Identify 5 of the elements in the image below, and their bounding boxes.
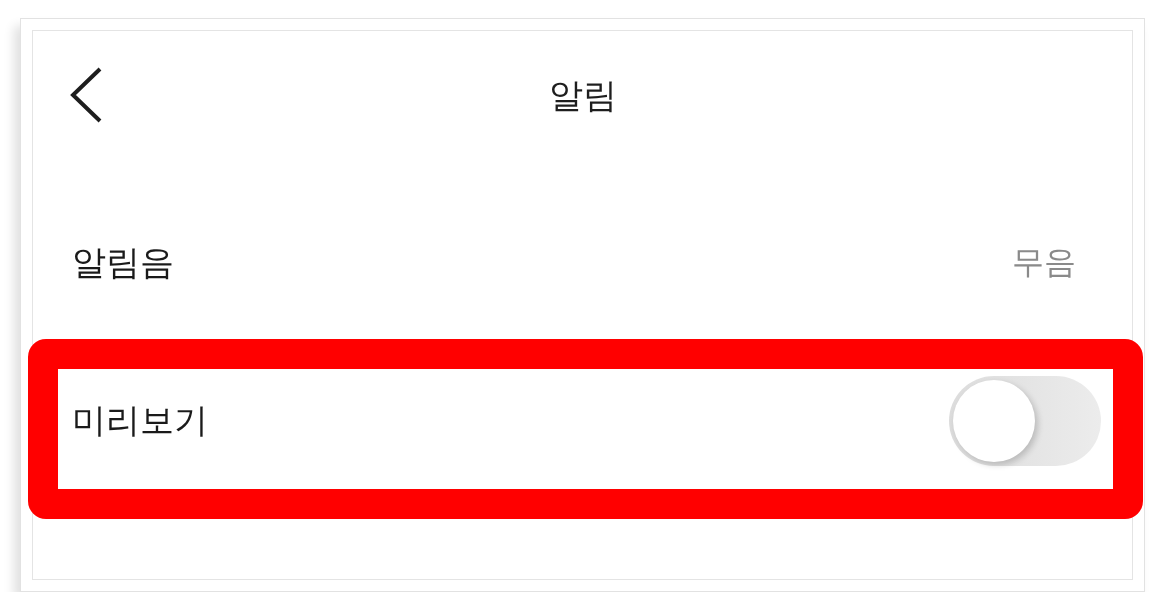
setting-label: 알림음 <box>72 241 174 284</box>
setting-label: 미리보기 <box>72 399 208 442</box>
setting-value[interactable]: 무음 <box>1012 241 1076 285</box>
page-title: 알림 <box>548 74 617 117</box>
back-icon[interactable] <box>70 67 102 123</box>
